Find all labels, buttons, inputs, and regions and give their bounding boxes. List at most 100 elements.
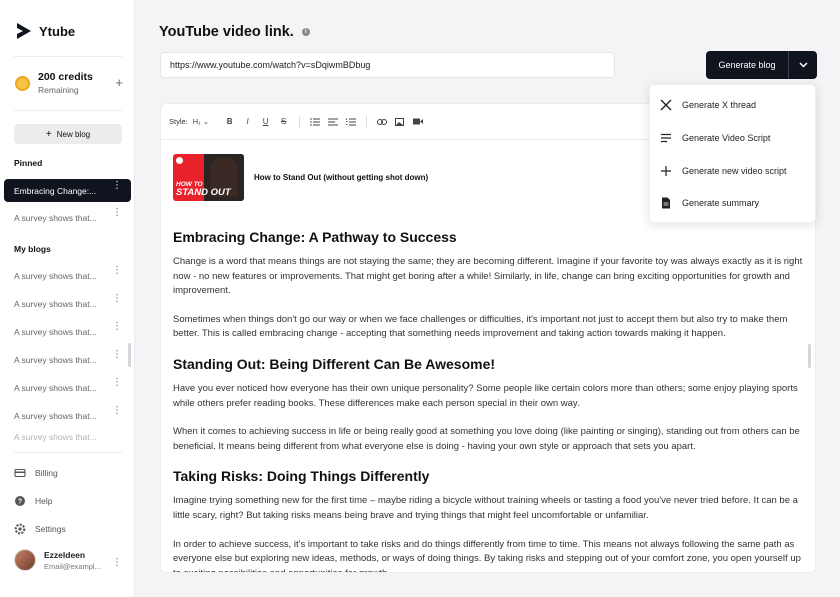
document-icon	[662, 197, 670, 209]
credits-status: Remaining	[38, 85, 79, 95]
menu-item-label: Generate summary	[682, 198, 760, 208]
menu-item-label: Generate X thread	[682, 100, 757, 110]
help-label: Help	[35, 496, 53, 506]
align-left-icon[interactable]	[324, 113, 341, 130]
more-options-icon[interactable]: ⋮	[112, 406, 122, 416]
blog-item[interactable]: A survey shows that... ⋮	[4, 376, 131, 399]
pinned-item-label: A survey shows that...	[14, 212, 97, 223]
blog-item[interactable]: A survey shows that... ⋮	[4, 320, 131, 343]
article-paragraph: When it comes to achieving success in li…	[173, 426, 800, 452]
blog-item-label: A survey shows that...	[14, 326, 97, 337]
article-content[interactable]: Embracing Change: A Pathway to Success C…	[173, 229, 803, 572]
blog-item-label: A survey shows that...	[14, 270, 97, 281]
plus-icon: +	[45, 128, 52, 140]
user-profile[interactable]: Ezzeldeen Email@exampl... ⋮	[14, 549, 122, 571]
sidebar: Ytube 200 credits Remaining + + New blog…	[0, 0, 135, 597]
article-heading: Standing Out: Being Different Can Be Awe…	[173, 355, 496, 372]
article-paragraph: In order to achieve success, it's import…	[173, 538, 801, 572]
article-paragraph: Sometimes when things don't go our way o…	[173, 313, 788, 340]
style-select[interactable]: H₁ ⌄	[193, 117, 209, 126]
numbered-list-icon[interactable]	[342, 113, 359, 130]
blog-item[interactable]: A survey shows that... ⋮	[4, 292, 131, 315]
more-options-icon[interactable]: ⋮	[112, 181, 122, 191]
menu-item-label: Generate new video script	[682, 166, 787, 176]
app-name: Ytube	[39, 23, 76, 39]
blog-item-partial[interactable]: A survey shows that...	[4, 432, 131, 442]
divider	[14, 452, 122, 453]
thumbnail-text-line2: STAND OUT	[176, 187, 231, 198]
pinned-heading: Pinned	[14, 158, 43, 168]
help-link[interactable]: ? Help	[14, 495, 52, 507]
bold-icon[interactable]: B	[221, 113, 238, 130]
credit-card-icon	[14, 468, 26, 478]
billing-link[interactable]: Billing	[14, 467, 58, 479]
new-blog-button[interactable]: + New blog	[14, 124, 122, 144]
generate-blog-button[interactable]: Generate blog	[706, 51, 817, 79]
settings-link[interactable]: Settings	[14, 523, 66, 535]
help-icon: ?	[15, 496, 25, 506]
blog-item[interactable]: A survey shows that... ⋮	[4, 348, 131, 371]
sidebar-scrollbar[interactable]	[128, 343, 131, 367]
gear-icon	[14, 523, 26, 535]
generate-blog-label: Generate blog	[718, 60, 776, 70]
pinned-item-label: Embracing Change:...	[14, 185, 97, 196]
bullet-list-icon[interactable]	[306, 113, 323, 130]
blog-item[interactable]: A survey shows that... ⋮	[4, 404, 131, 427]
strikethrough-icon[interactable]: S	[275, 113, 292, 130]
underline-icon[interactable]: U	[257, 113, 274, 130]
my-blogs-heading: My blogs	[14, 244, 51, 254]
article-heading: Taking Risks: Doing Things Differently	[173, 468, 430, 485]
settings-label: Settings	[35, 524, 66, 534]
more-options-icon[interactable]: ⋮	[112, 557, 122, 568]
menu-item-summary[interactable]: Generate summary	[660, 197, 759, 209]
more-options-icon[interactable]: ⋮	[112, 378, 122, 388]
menu-item-video-script[interactable]: Generate Video Script	[660, 132, 770, 144]
channel-icon	[176, 157, 183, 164]
app-logo[interactable]: Ytube	[16, 22, 75, 40]
credits-panel: 200 credits Remaining +	[15, 71, 123, 95]
more-options-icon[interactable]: ⋮	[112, 322, 122, 332]
video-preview[interactable]: HOW TO STAND OUT How to Stand Out (witho…	[173, 154, 428, 201]
lines-icon	[661, 133, 671, 143]
user-email: Email@exampl...	[44, 561, 101, 571]
plus-icon	[661, 166, 671, 176]
more-options-icon[interactable]: ⋮	[112, 266, 122, 276]
editor-scrollbar[interactable]	[808, 344, 811, 368]
blog-item-label: A survey shows that...	[14, 432, 97, 442]
menu-item-x-thread[interactable]: Generate X thread	[660, 99, 756, 111]
chevron-down-icon[interactable]	[789, 62, 817, 68]
blog-item-label: A survey shows that...	[14, 410, 97, 421]
video-thumbnail: HOW TO STAND OUT	[173, 154, 244, 201]
add-credits-button[interactable]: +	[115, 75, 123, 90]
article-heading: Embracing Change: A Pathway to Success	[173, 229, 457, 245]
link-icon[interactable]	[373, 113, 390, 130]
divider	[14, 110, 122, 111]
more-options-icon[interactable]: ⋮	[112, 350, 122, 360]
user-name: Ezzeldeen	[44, 549, 86, 560]
image-icon[interactable]	[391, 113, 408, 130]
blog-item-label: A survey shows that...	[14, 382, 97, 393]
coin-icon	[15, 75, 30, 91]
article-paragraph: Change is a word that means things are n…	[173, 256, 803, 297]
pinned-item[interactable]: A survey shows that... ⋮	[4, 206, 131, 229]
info-icon[interactable]: i	[301, 28, 310, 36]
article-paragraph: Have you ever noticed how everyone has t…	[173, 382, 798, 409]
blog-item-label: A survey shows that...	[14, 298, 97, 309]
pinned-item[interactable]: Embracing Change:... ⋮	[4, 179, 131, 202]
generate-options-menu: Generate X thread Generate Video Script …	[649, 84, 816, 223]
new-blog-label: New blog	[56, 129, 91, 139]
more-options-icon[interactable]: ⋮	[112, 294, 122, 304]
menu-item-label: Generate Video Script	[682, 133, 771, 143]
menu-item-new-video-script[interactable]: Generate new video script	[660, 165, 787, 177]
italic-icon[interactable]: I	[239, 113, 256, 130]
video-icon[interactable]	[409, 113, 426, 130]
billing-label: Billing	[35, 468, 58, 478]
more-options-icon[interactable]: ⋮	[112, 208, 122, 218]
video-title: How to Stand Out (without getting shot d…	[254, 173, 429, 182]
x-logo-icon	[660, 99, 672, 111]
video-url-input[interactable]	[160, 52, 615, 78]
blog-item[interactable]: A survey shows that... ⋮	[4, 264, 131, 287]
blog-item-label: A survey shows that...	[14, 354, 97, 365]
page-title-text: YouTube video link.	[159, 24, 294, 40]
article-paragraph: Imagine trying something new for the fir…	[173, 495, 798, 521]
